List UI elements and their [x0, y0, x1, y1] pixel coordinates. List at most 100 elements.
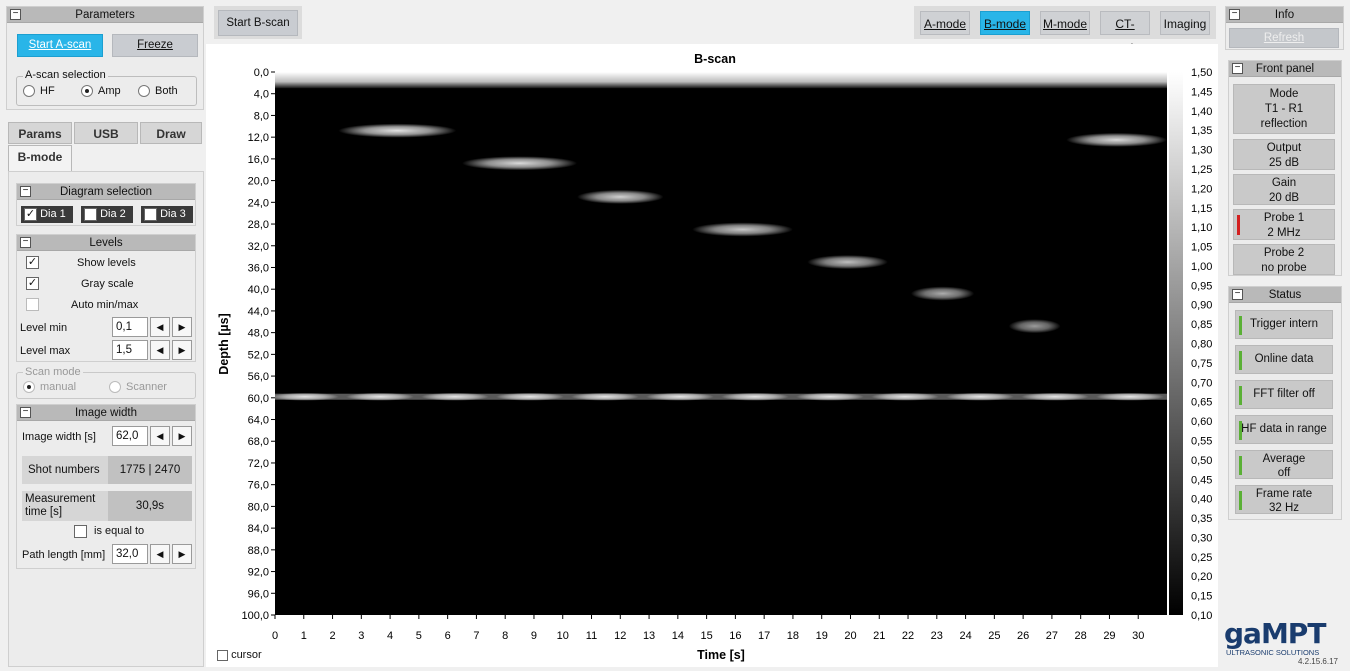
start-ascan-button[interactable]: Start A-scan — [17, 34, 103, 57]
tab-usb[interactable]: USB — [74, 122, 138, 144]
x-tick-label: 24 — [959, 630, 971, 642]
level-min-input[interactable]: 0,1 — [112, 317, 148, 337]
x-tick-label: 14 — [672, 630, 684, 642]
status-framerate: Frame rate 32 Hz — [1235, 485, 1333, 514]
tab-draw[interactable]: Draw — [140, 122, 202, 144]
radio-hf[interactable]: HF — [23, 85, 55, 98]
y-tick-label: 64,0 — [248, 415, 269, 427]
path-length-input[interactable]: 32,0 — [112, 544, 148, 564]
collapse-icon[interactable]: − — [10, 9, 21, 20]
echo-2 — [577, 189, 664, 204]
start-bscan-button[interactable]: Start B-scan — [218, 10, 298, 36]
auto-minmax-checkbox[interactable]: Auto min/max — [26, 298, 191, 311]
freeze-button[interactable]: Freeze — [112, 34, 198, 57]
status-indicator — [1239, 351, 1242, 370]
level-max-input[interactable]: 1,5 — [112, 340, 148, 360]
echo-backwall-segment — [571, 392, 639, 401]
level-max-increment[interactable]: ▶ — [172, 340, 192, 360]
checkbox-icon — [74, 525, 87, 538]
gray-scale-checkbox[interactable]: ✓ Gray scale — [26, 277, 191, 290]
check-icon: ✓ — [26, 256, 39, 269]
cursor-checkbox[interactable]: cursor — [217, 649, 262, 661]
colorbar-tick-label: 0,30 — [1191, 532, 1212, 544]
gain-info: Gain 20 dB — [1233, 174, 1335, 205]
x-tick-label: 26 — [1017, 630, 1029, 642]
refresh-button[interactable]: Refresh — [1229, 28, 1339, 48]
mode-imaging-button[interactable]: Imaging — [1160, 11, 1210, 35]
echo-backwall-segment — [871, 392, 939, 401]
mode-a-button[interactable]: A-mode — [920, 11, 970, 35]
colorbar-tick-label: 1,00 — [1191, 261, 1212, 273]
colorbar-tick-label: 0,25 — [1191, 552, 1212, 564]
image-width-input[interactable]: 62,0 — [112, 426, 148, 446]
probe2-info: Probe 2 no probe — [1233, 244, 1335, 275]
mode-m-button[interactable]: M-mode — [1040, 11, 1090, 35]
x-tick-label: 11 — [586, 630, 597, 642]
bscan-chart-area: B-scan 0,0 4,0 8,0 12,0 16,0 20,0 24,0 28,0 32,0… — [206, 44, 1218, 667]
status-indicator — [1239, 456, 1242, 475]
echo-backwall-segment — [271, 392, 339, 401]
image-width-header: − Image width — [17, 405, 195, 421]
x-tick-label: 0 — [272, 630, 278, 642]
gampt-logo: gaMPT ULTRASONIC SOLUTIONS 4.2.15.6.17 — [1224, 620, 1346, 668]
radio-both[interactable]: Both — [138, 85, 178, 98]
show-levels-checkbox[interactable]: ✓ Show levels — [26, 256, 191, 269]
echo-backwall-segment — [421, 392, 489, 401]
radio-scanner[interactable]: Scanner — [109, 381, 167, 394]
echo-surface — [275, 72, 1167, 89]
collapse-icon[interactable]: − — [1232, 63, 1243, 74]
y-tick-label: 44,0 — [248, 306, 269, 318]
front-panel-header: − Front panel — [1229, 61, 1341, 77]
dia1-checkbox[interactable]: ✓ Dia 1 — [21, 206, 73, 223]
image-width-increment[interactable]: ▶ — [172, 426, 192, 446]
y-tick-label: 100,0 — [241, 610, 269, 622]
status-header: − Status — [1229, 287, 1341, 303]
colorbar-tick-label: 1,40 — [1191, 106, 1212, 118]
gain-info-value: 20 dB — [1268, 192, 1300, 204]
output-info: Output 25 dB — [1233, 139, 1335, 170]
x-tick-label: 28 — [1075, 630, 1087, 642]
x-tick-label: 7 — [473, 630, 479, 642]
y-tick-label: 4,0 — [254, 89, 269, 101]
x-tick-label: 15 — [700, 630, 712, 642]
diagram-selection-title: Diagram selection — [59, 186, 153, 198]
output-info-label: Output — [1266, 142, 1302, 154]
echo-backwall-segment — [796, 392, 864, 401]
collapse-icon[interactable]: − — [20, 237, 31, 248]
checkbox-icon — [84, 207, 97, 221]
probe2-info-label: Probe 2 — [1263, 247, 1305, 259]
bscan-chart[interactable]: B-scan 0,0 4,0 8,0 12,0 16,0 20,0 24,0 28,0 32,0… — [206, 44, 1218, 667]
status-trigger: Trigger intern — [1235, 310, 1333, 339]
echo-3 — [692, 222, 793, 237]
level-min-increment[interactable]: ▶ — [172, 317, 192, 337]
checkbox-icon — [26, 298, 39, 311]
dia2-checkbox[interactable]: Dia 2 — [81, 206, 133, 223]
tab-bmode[interactable]: B-mode — [8, 145, 72, 172]
radio-amp[interactable]: Amp — [81, 85, 121, 98]
collapse-icon[interactable]: − — [20, 186, 31, 197]
mode-b-button[interactable]: B-mode — [980, 11, 1030, 35]
logo-text: gaMPT — [1224, 617, 1326, 650]
x-tick-label: 5 — [416, 630, 422, 642]
level-min-decrement[interactable]: ◀ — [150, 317, 170, 337]
mode-ct-button[interactable]: CT-mode — [1100, 11, 1150, 55]
y-tick-label: 96,0 — [248, 588, 269, 600]
path-length-increment[interactable]: ▶ — [172, 544, 192, 564]
x-tick-label: 6 — [445, 630, 451, 642]
colorbar-tick-label: 0,60 — [1191, 416, 1212, 428]
collapse-icon[interactable]: − — [20, 407, 31, 418]
gray-scale-label: Gray scale — [81, 278, 134, 290]
collapse-icon[interactable]: − — [1229, 9, 1240, 20]
x-tick-label: 8 — [502, 630, 508, 642]
status-average-label: Average — [1262, 453, 1306, 465]
dia3-checkbox[interactable]: Dia 3 — [141, 206, 193, 223]
tab-params[interactable]: Params — [8, 122, 72, 144]
radio-manual[interactable]: manual — [23, 381, 76, 394]
shot-numbers-value: 1775 | 2470 — [108, 456, 192, 484]
path-length-decrement[interactable]: ◀ — [150, 544, 170, 564]
level-max-decrement[interactable]: ◀ — [150, 340, 170, 360]
probe1-info-label: Probe 1 — [1263, 212, 1305, 224]
image-width-decrement[interactable]: ◀ — [150, 426, 170, 446]
is-equal-checkbox[interactable]: is equal to — [74, 525, 144, 538]
collapse-icon[interactable]: − — [1232, 289, 1243, 300]
